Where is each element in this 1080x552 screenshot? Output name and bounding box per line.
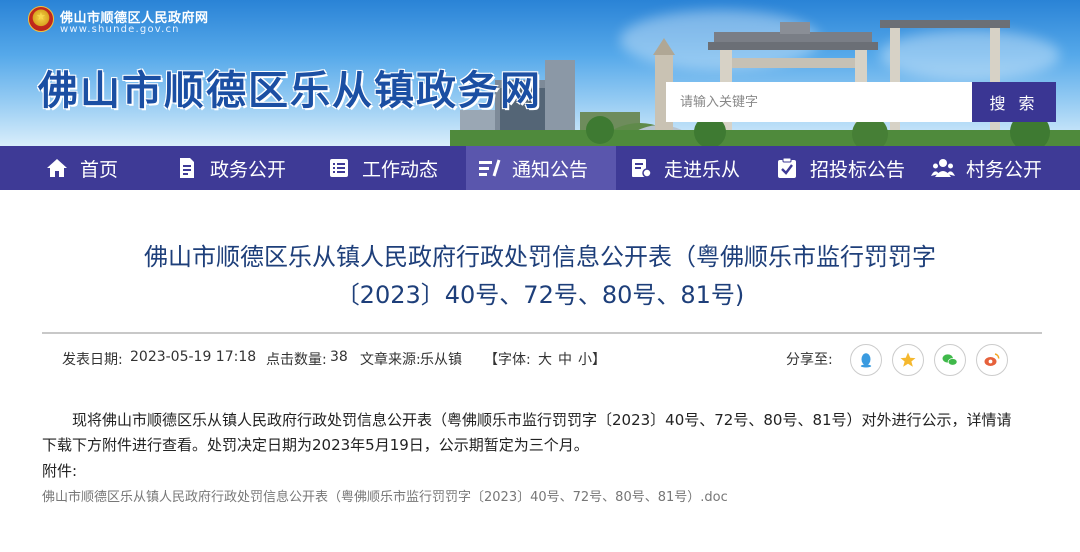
nav-item-work-news[interactable]: 工作动态 xyxy=(326,146,466,190)
checklist-icon xyxy=(774,155,800,181)
font-size-prefix: 【字体: xyxy=(484,352,531,368)
nav-item-notices[interactable]: 通知公告 xyxy=(466,146,616,190)
font-small-link[interactable]: 小 xyxy=(578,349,592,369)
nav-label: 招投标公告 xyxy=(810,158,906,181)
site-url: www.shunde.gov.cn xyxy=(60,24,180,35)
title-divider xyxy=(42,332,1042,334)
main-nav: 首页 政务公开 工作动态 通知公告 走进乐从 招投标公告 村务公开 xyxy=(0,146,1080,190)
share-label: 分享至: xyxy=(786,352,833,368)
click-count-label: 点击数量: xyxy=(266,352,327,368)
article-title-line2: 〔2023〕40号、72号、80号、81号) xyxy=(335,281,745,309)
share-qq-button[interactable] xyxy=(850,344,882,376)
nav-label: 工作动态 xyxy=(362,158,439,181)
nav-label: 政务公开 xyxy=(210,158,287,181)
nav-label: 村务公开 xyxy=(966,158,1043,181)
list-icon xyxy=(326,155,352,181)
national-emblem-logo xyxy=(28,6,54,32)
qzone-star-icon xyxy=(900,352,916,367)
search-button[interactable]: 搜 索 xyxy=(972,82,1056,122)
site-banner: 佛山市顺德区人民政府网 www.shunde.gov.cn 佛山市顺德区乐从镇政… xyxy=(0,0,1080,146)
qq-icon xyxy=(860,353,872,368)
publish-date-label: 发表日期: xyxy=(62,352,123,368)
nav-item-government-affairs[interactable]: 政务公开 xyxy=(174,146,314,190)
weibo-icon xyxy=(984,353,1000,366)
site-title: 佛山市顺德区乐从镇政务网 xyxy=(38,68,542,114)
article-title-line1: 佛山市顺德区乐从镇人民政府行政处罚信息公开表（粤佛顺乐市监行罚罚字 xyxy=(144,243,936,271)
attachment-label: 附件: xyxy=(42,462,78,480)
nav-item-home[interactable]: 首页 xyxy=(44,146,144,190)
search-input[interactable] xyxy=(666,82,972,122)
share-qzone-button[interactable] xyxy=(892,344,924,376)
font-size-suffix: 】 xyxy=(592,352,606,368)
people-icon xyxy=(930,155,956,181)
wechat-icon xyxy=(942,354,958,366)
home-icon xyxy=(44,155,70,181)
source-label: 文章来源: xyxy=(360,352,421,368)
source: 乐从镇 xyxy=(420,352,462,368)
nav-label: 首页 xyxy=(80,158,119,181)
nav-label: 走进乐从 xyxy=(664,158,741,181)
notice-icon xyxy=(476,155,502,181)
click-count: 38 xyxy=(330,349,348,365)
publish-date: 2023-05-19 17:18 xyxy=(130,349,257,365)
font-large-link[interactable]: 大 xyxy=(538,349,552,369)
nav-item-about-lecong[interactable]: 走进乐从 xyxy=(628,146,758,190)
nav-item-village-affairs[interactable]: 村务公开 xyxy=(930,146,1060,190)
guide-icon xyxy=(628,155,654,181)
nav-item-bidding[interactable]: 招投标公告 xyxy=(774,146,924,190)
document-icon xyxy=(174,155,200,181)
article-body-line2: 下载下方附件进行查看。处罚决定日期为2023年5月19日，公示期暂定为三个月。 xyxy=(42,436,589,454)
city-skyline-illustration xyxy=(450,20,1080,146)
share-wechat-button[interactable] xyxy=(934,344,966,376)
font-medium-link[interactable]: 中 xyxy=(558,349,572,369)
article-body-line1: 现将佛山市顺德区乐从镇人民政府行政处罚信息公开表（粤佛顺乐市监行罚罚字〔2023… xyxy=(72,411,1012,429)
attachment-download-link[interactable]: 佛山市顺德区乐从镇人民政府行政处罚信息公开表（粤佛顺乐市监行罚罚字〔2023〕4… xyxy=(42,486,728,505)
share-weibo-button[interactable] xyxy=(976,344,1008,376)
nav-label: 通知公告 xyxy=(512,158,589,181)
